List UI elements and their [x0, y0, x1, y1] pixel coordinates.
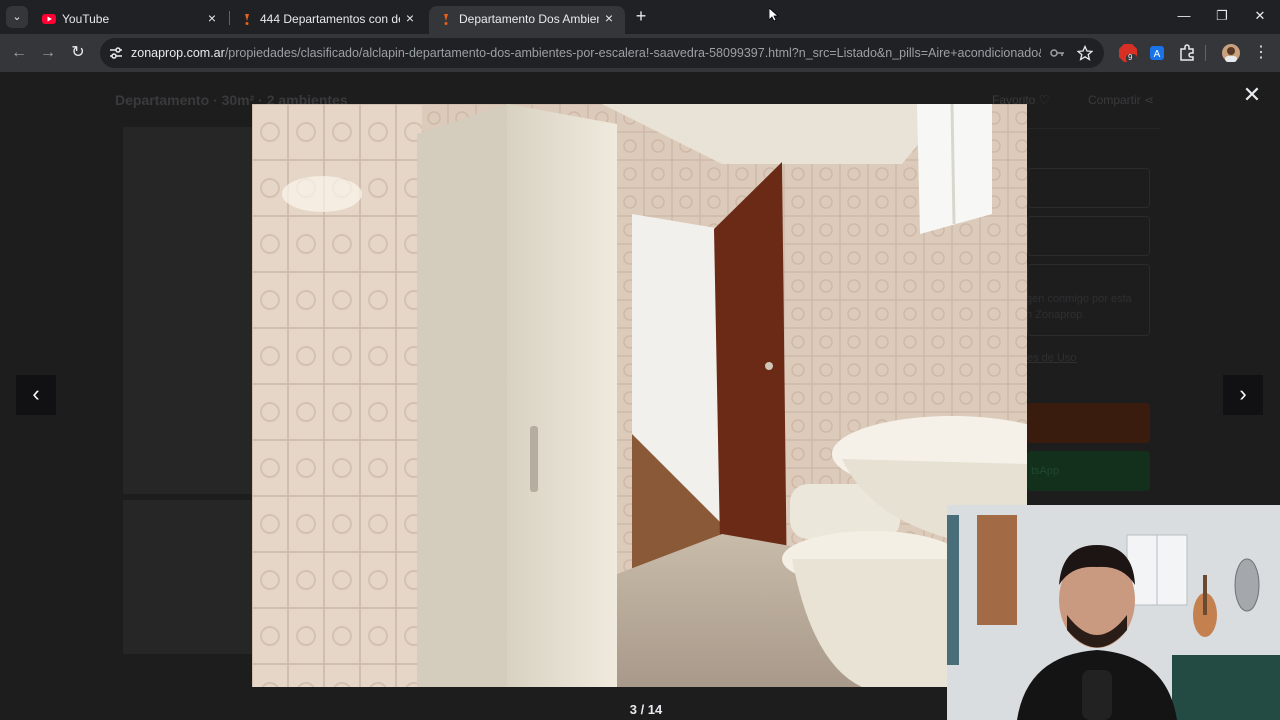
browser-toolbar: ← → ↻ zonaprop.com.ar/propiedades/clasif…	[0, 34, 1280, 72]
password-key-icon[interactable]	[1049, 45, 1065, 61]
share-label: Compartir	[1088, 93, 1141, 107]
gallery-photo	[252, 104, 1027, 687]
whatsapp-label: tsApp	[1031, 465, 1060, 477]
arrow-right-icon: →	[40, 44, 56, 61]
terms-link[interactable]: es de Uso	[1027, 350, 1077, 366]
translate-icon: A	[1150, 46, 1164, 60]
restore-button[interactable]: ❐	[1203, 4, 1241, 28]
share-button[interactable]: Compartir ⋖	[1088, 93, 1154, 107]
minimize-icon: —	[1177, 8, 1191, 23]
message-field[interactable]: gen conmigo por esta n Zonaprop.	[1026, 264, 1150, 336]
tab-title: Departamento Dos Ambientes,	[459, 12, 599, 26]
more-vert-icon: ⋮	[1253, 44, 1269, 61]
new-tab-button[interactable]: +	[630, 6, 652, 28]
chevron-left-icon: ‹	[32, 381, 40, 406]
tab-departamento-dos-ambientes[interactable]: Departamento Dos Ambientes, ×	[429, 6, 625, 34]
toolbar-divider	[1205, 45, 1206, 61]
close-icon: ✕	[1242, 82, 1262, 107]
gallery-secondary-thumbnail	[123, 500, 253, 654]
arrow-left-icon: ←	[11, 44, 27, 61]
chevron-right-icon: ›	[1239, 381, 1247, 406]
tab-search-button[interactable]: ⌄	[6, 6, 28, 28]
extension-translate[interactable]: A	[1147, 43, 1167, 63]
close-tab-icon[interactable]: ×	[601, 10, 617, 26]
restore-icon: ❐	[1216, 8, 1228, 23]
gallery-main-thumbnail	[123, 127, 253, 494]
reload-icon: ↻	[71, 44, 85, 61]
site-settings-icon[interactable]	[108, 45, 124, 61]
close-lightbox-button[interactable]: ✕	[1240, 84, 1264, 108]
tab-youtube[interactable]: YouTube ×	[32, 6, 228, 34]
address-bar[interactable]: zonaprop.com.ar/propiedades/clasificado/…	[100, 38, 1104, 68]
url-host: zonaprop.com.ar	[131, 46, 225, 60]
zonaprop-icon	[245, 14, 249, 25]
heart-icon: ♡	[1038, 93, 1050, 107]
extension-badge: 9	[1128, 53, 1133, 62]
forward-button[interactable]: →	[37, 42, 59, 64]
next-photo-button[interactable]: ›	[1223, 375, 1263, 415]
puzzle-icon	[1180, 44, 1194, 61]
message-text-1: gen conmigo por esta	[1026, 293, 1132, 305]
extensions-button[interactable]	[1177, 43, 1197, 63]
tab-title: YouTube	[62, 12, 110, 26]
share-icon: ⋖	[1144, 93, 1155, 107]
url-path: /propiedades/clasificado/alclapin-depart…	[224, 46, 1041, 60]
profile-avatar[interactable]	[1221, 43, 1241, 63]
avatar-icon	[1222, 44, 1240, 62]
close-tab-icon[interactable]: ×	[402, 10, 418, 26]
chevron-down-icon: ⌄	[12, 11, 22, 23]
extension-adblock[interactable]: 9	[1118, 43, 1138, 63]
youtube-icon	[42, 14, 56, 24]
close-icon: ✕	[1254, 8, 1266, 23]
previous-photo-button[interactable]: ‹	[16, 375, 56, 415]
photo-counter: 3 / 14	[629, 702, 663, 717]
bookmark-star-icon[interactable]	[1077, 45, 1093, 61]
browser-menu-button[interactable]: ⋮	[1250, 42, 1272, 64]
url-text[interactable]: zonaprop.com.ar/propiedades/clasificado/…	[131, 46, 1041, 61]
contact-button[interactable]	[1027, 403, 1150, 443]
message-text-2: n Zonaprop.	[1026, 309, 1086, 321]
svg-text:A: A	[1154, 49, 1161, 60]
tab-title: 444 Departamentos con desde	[260, 12, 400, 26]
close-window-button[interactable]: ✕	[1241, 4, 1279, 28]
email-field[interactable]	[1027, 168, 1150, 208]
back-button[interactable]: ←	[8, 42, 30, 64]
mouse-cursor-icon	[769, 8, 779, 22]
tab-departamentos-listado[interactable]: 444 Departamentos con desde ×	[230, 6, 426, 34]
webcam-overlay	[947, 505, 1280, 720]
reload-button[interactable]: ↻	[67, 42, 89, 64]
plus-icon: +	[635, 6, 647, 26]
phone-field[interactable]	[1027, 216, 1150, 256]
tab-strip: ⌄ YouTube × 444 Departamentos con desde …	[0, 0, 1280, 34]
page-content: Departamento · 30m² · 2 ambientes Favori…	[0, 72, 1280, 720]
whatsapp-button[interactable]: tsApp	[1027, 451, 1150, 491]
close-tab-icon[interactable]: ×	[204, 10, 220, 26]
zonaprop-icon	[444, 14, 448, 25]
minimize-button[interactable]: —	[1165, 4, 1203, 28]
